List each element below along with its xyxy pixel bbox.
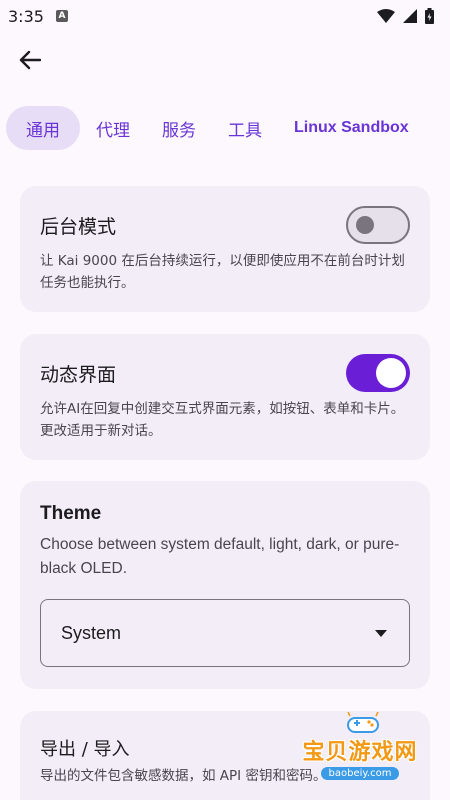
- tab-tools[interactable]: 工具: [212, 106, 278, 150]
- switch-knob: [376, 358, 406, 388]
- watermark: 宝贝游戏网 baobeiy.com: [300, 712, 420, 782]
- wifi-icon: [377, 9, 395, 23]
- tab-general[interactable]: 通用: [6, 106, 80, 150]
- battery-icon: [425, 8, 434, 24]
- dynamic-ui-switch[interactable]: [346, 354, 410, 392]
- dynamic-ui-title: 动态界面: [40, 363, 117, 386]
- caret-down-icon: [375, 629, 387, 637]
- status-icons: [377, 8, 434, 24]
- theme-card: Theme Choose between system default, lig…: [20, 481, 430, 689]
- tab-bar: 通用 代理 服务 工具 Linux Sandbox: [0, 104, 450, 152]
- signal-icon: [403, 9, 417, 23]
- theme-select-value: System: [61, 622, 122, 643]
- theme-description: Choose between system default, light, da…: [40, 536, 400, 577]
- gamepad-icon: [347, 712, 379, 733]
- notification-indicator: A: [55, 10, 68, 22]
- theme-title: Theme: [40, 503, 102, 524]
- watermark-text: 宝贝游戏网: [302, 740, 418, 765]
- arrow-left-icon: [19, 50, 41, 70]
- dynamic-ui-description: 允许AI在回复中创建交互式界面元素，如按钮、表单和卡片。更改适用于新对话。: [40, 401, 405, 439]
- dynamic-ui-card: 动态界面 允许AI在回复中创建交互式界面元素，如按钮、表单和卡片。更改适用于新对…: [20, 334, 430, 460]
- watermark-url: baobeiy.com: [320, 767, 400, 780]
- background-mode-description: 让 Kai 9000 在后台持续运行，以便即使应用不在前台时计划任务也能执行。: [40, 253, 405, 291]
- tab-linux-sandbox[interactable]: Linux Sandbox: [278, 106, 425, 150]
- status-bar: 3:35 A: [0, 0, 450, 32]
- back-button[interactable]: [12, 42, 48, 78]
- tab-agent[interactable]: 代理: [80, 106, 146, 150]
- background-mode-switch[interactable]: [346, 206, 410, 244]
- background-mode-title: 后台模式: [40, 215, 117, 238]
- tab-services[interactable]: 服务: [146, 106, 212, 150]
- theme-select[interactable]: System: [40, 599, 410, 667]
- background-mode-card: 后台模式 让 Kai 9000 在后台持续运行，以便即使应用不在前台时计划任务也…: [20, 186, 430, 312]
- status-time: 3:35: [8, 6, 44, 26]
- switch-knob: [356, 216, 374, 234]
